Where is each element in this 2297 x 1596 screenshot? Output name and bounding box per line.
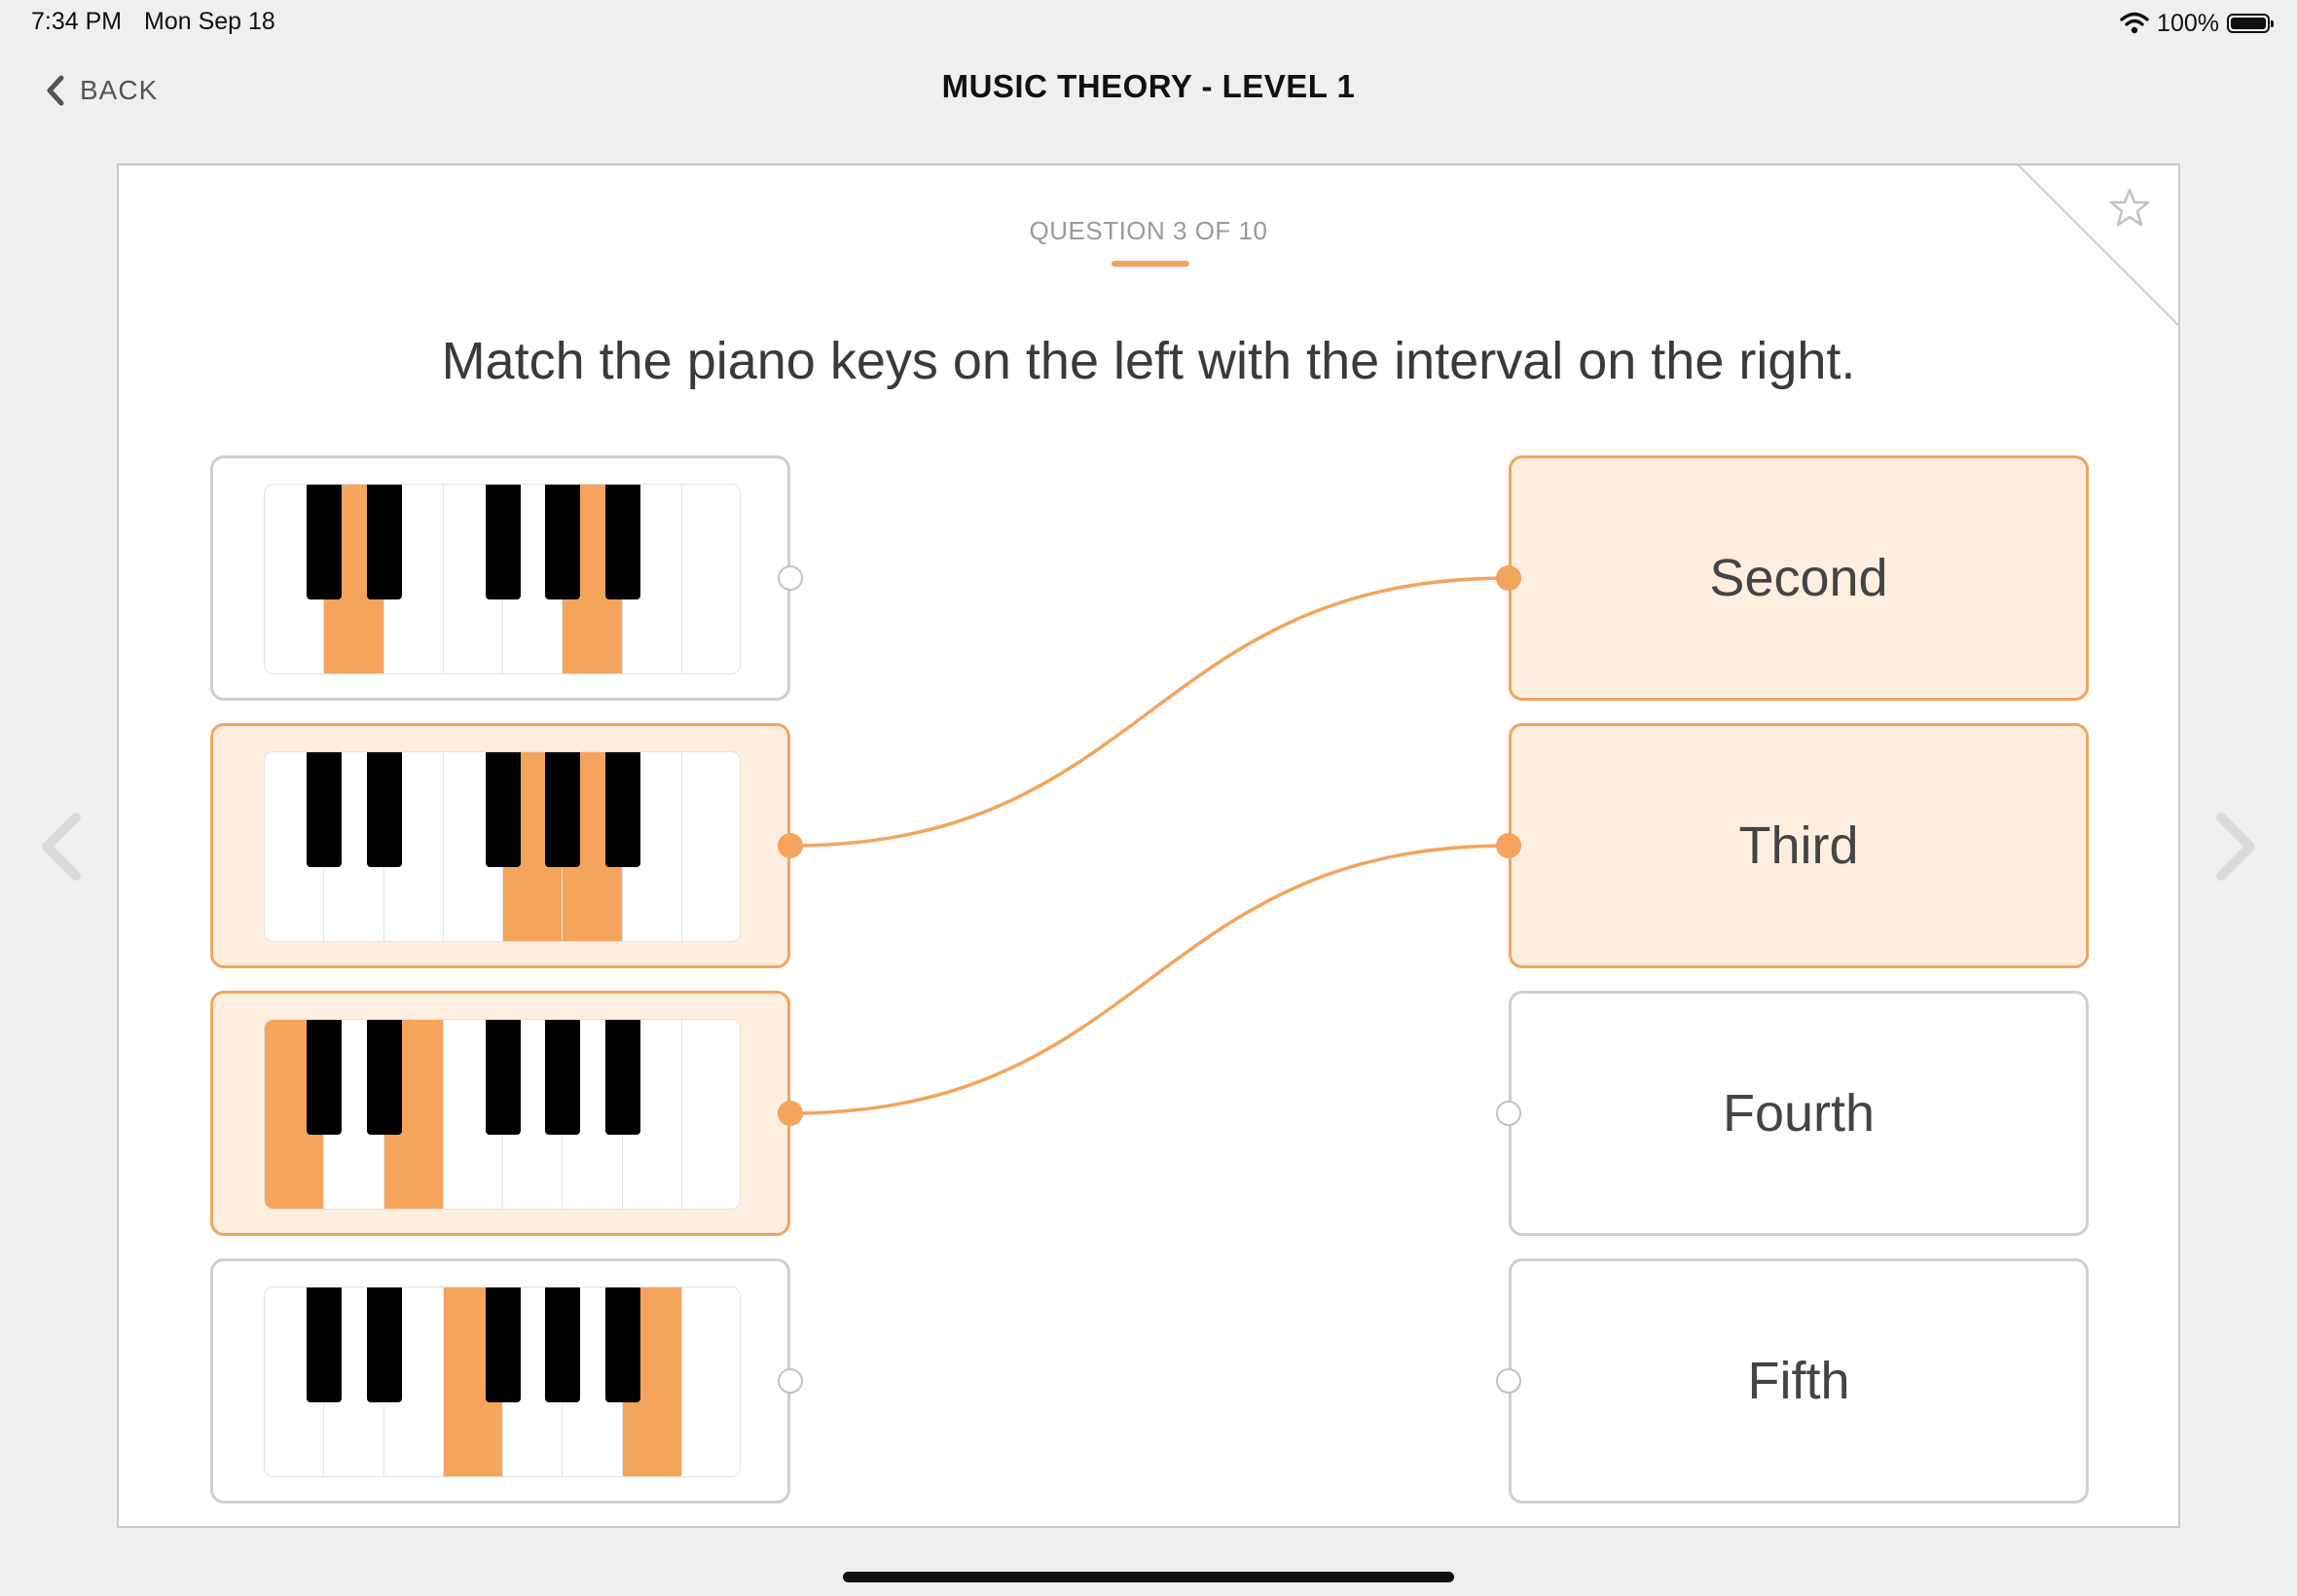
interval-connector-dot[interactable] (1496, 565, 1521, 591)
piano-keyboard (264, 751, 741, 942)
black-key (545, 752, 581, 867)
connection-line (789, 576, 1510, 848)
black-key (366, 485, 402, 599)
interval-label: Fourth (1722, 1084, 1876, 1143)
interval-label: Third (1738, 816, 1859, 875)
keyboard-connector-dot[interactable] (778, 1101, 803, 1126)
black-key (307, 1288, 343, 1402)
black-key (545, 485, 581, 599)
status-right: 100% (2120, 8, 2274, 39)
black-key (366, 1288, 402, 1402)
white-key (681, 1020, 740, 1209)
keyboard-option-2[interactable] (210, 723, 790, 968)
keyboard-option-1[interactable] (210, 455, 790, 701)
white-key (681, 1288, 740, 1476)
interval-label: Second (1709, 549, 1888, 607)
keyboard-option-3[interactable] (210, 991, 790, 1236)
interval-connector-dot[interactable] (1496, 833, 1521, 858)
black-key (604, 1288, 640, 1402)
home-indicator (843, 1572, 1454, 1582)
black-key (545, 1288, 581, 1402)
battery-icon (2227, 14, 2274, 33)
interval-label: Fifth (1747, 1352, 1850, 1410)
question-prompt: Match the piano keys on the left with th… (441, 332, 1856, 390)
piano-keyboard (264, 484, 741, 674)
keyboard-connector-dot[interactable] (778, 565, 803, 591)
battery-percentage: 100% (2157, 9, 2219, 37)
status-time: 7:34 PM (31, 8, 123, 35)
white-key (681, 485, 740, 673)
black-key (486, 1288, 521, 1402)
interval-option-fifth[interactable]: Fifth (1509, 1258, 2089, 1504)
black-key (486, 485, 521, 599)
black-key (307, 485, 343, 599)
question-counter: QUESTION 3 OF 10 (1029, 216, 1268, 245)
interval-option-third[interactable]: Third (1509, 723, 2089, 968)
question-card: QUESTION 3 OF 10 Match the piano keys on… (117, 163, 2180, 1528)
piano-keyboard (264, 1019, 741, 1210)
black-key (545, 1020, 581, 1135)
interval-connector-dot[interactable] (1496, 1368, 1521, 1394)
interval-option-fourth[interactable]: Fourth (1509, 991, 2089, 1236)
keyboard-option-4[interactable] (210, 1258, 790, 1504)
black-key (307, 1020, 343, 1135)
wifi-icon (2120, 12, 2149, 34)
next-question-arrow[interactable] (2207, 808, 2266, 886)
black-key (604, 1020, 640, 1135)
keyboard-connector-dot[interactable] (778, 1368, 803, 1394)
previous-question-arrow[interactable] (31, 808, 90, 886)
interval-option-second[interactable]: Second (1509, 455, 2089, 701)
black-key (486, 1020, 521, 1135)
black-key (604, 752, 640, 867)
black-key (366, 1020, 402, 1135)
status-date: Mon Sep 18 (144, 8, 275, 35)
black-key (604, 485, 640, 599)
interval-connector-dot[interactable] (1496, 1101, 1521, 1126)
black-key (486, 752, 521, 867)
black-key (366, 752, 402, 867)
connection-line (789, 844, 1510, 1115)
page-title: MUSIC THEORY - LEVEL 1 (941, 68, 1356, 104)
keyboard-connector-dot[interactable] (778, 833, 803, 858)
counter-underline (1112, 261, 1189, 267)
piano-keyboard (264, 1287, 741, 1477)
black-key (307, 752, 343, 867)
white-key (681, 752, 740, 941)
